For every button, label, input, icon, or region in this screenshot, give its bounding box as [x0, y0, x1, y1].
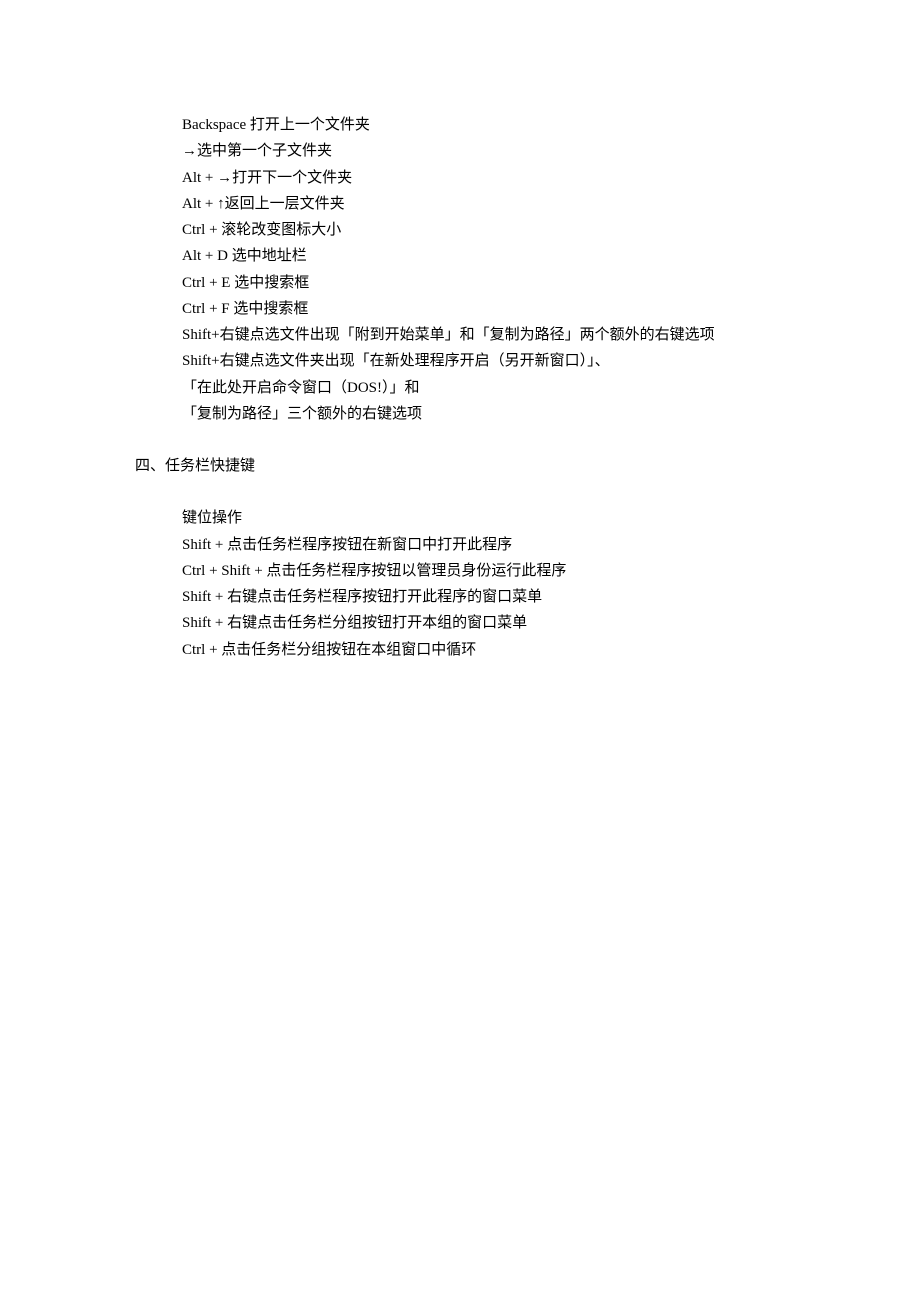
shortcut-line: Ctrl + E 选中搜索框 — [182, 270, 840, 296]
shortcut-line: Shift + 点击任务栏程序按钮在新窗口中打开此程序 — [182, 532, 840, 558]
shortcut-line: 「在此处开启命令窗口（DOS!）」和 — [182, 375, 840, 401]
shortcut-line: Ctrl + 点击任务栏分组按钮在本组窗口中循环 — [182, 637, 840, 663]
section-heading-taskbar: 四、任务栏快捷键 — [135, 453, 840, 479]
shortcut-line: Alt + →打开下一个文件夹 — [182, 165, 840, 191]
shortcut-line: 「复制为路径」三个额外的右键选项 — [182, 401, 840, 427]
shortcut-line: Shift+右键点选文件夹出现「在新处理程序开启（另开新窗口）」、 — [182, 348, 840, 374]
shortcut-line: →选中第一个子文件夹 — [182, 138, 840, 164]
shortcut-line: Backspace 打开上一个文件夹 — [182, 112, 840, 138]
shortcut-line: Ctrl + F 选中搜索框 — [182, 296, 840, 322]
shortcut-list-section-1: Backspace 打开上一个文件夹 →选中第一个子文件夹 Alt + →打开下… — [135, 112, 840, 427]
shortcut-list-section-2: 键位操作 Shift + 点击任务栏程序按钮在新窗口中打开此程序 Ctrl + … — [135, 505, 840, 663]
shortcut-line: Alt + ↑返回上一层文件夹 — [182, 191, 840, 217]
shortcut-line: Alt + D 选中地址栏 — [182, 243, 840, 269]
shortcut-line: Shift + 右键点击任务栏分组按钮打开本组的窗口菜单 — [182, 610, 840, 636]
shortcut-line: Shift + 右键点击任务栏程序按钮打开此程序的窗口菜单 — [182, 584, 840, 610]
shortcut-line: Ctrl + 滚轮改变图标大小 — [182, 217, 840, 243]
shortcut-line: 键位操作 — [182, 505, 840, 531]
shortcut-line: Shift+右键点选文件出现「附到开始菜单」和「复制为路径」两个额外的右键选项 — [182, 322, 840, 348]
shortcut-line: Ctrl + Shift + 点击任务栏程序按钮以管理员身份运行此程序 — [182, 558, 840, 584]
